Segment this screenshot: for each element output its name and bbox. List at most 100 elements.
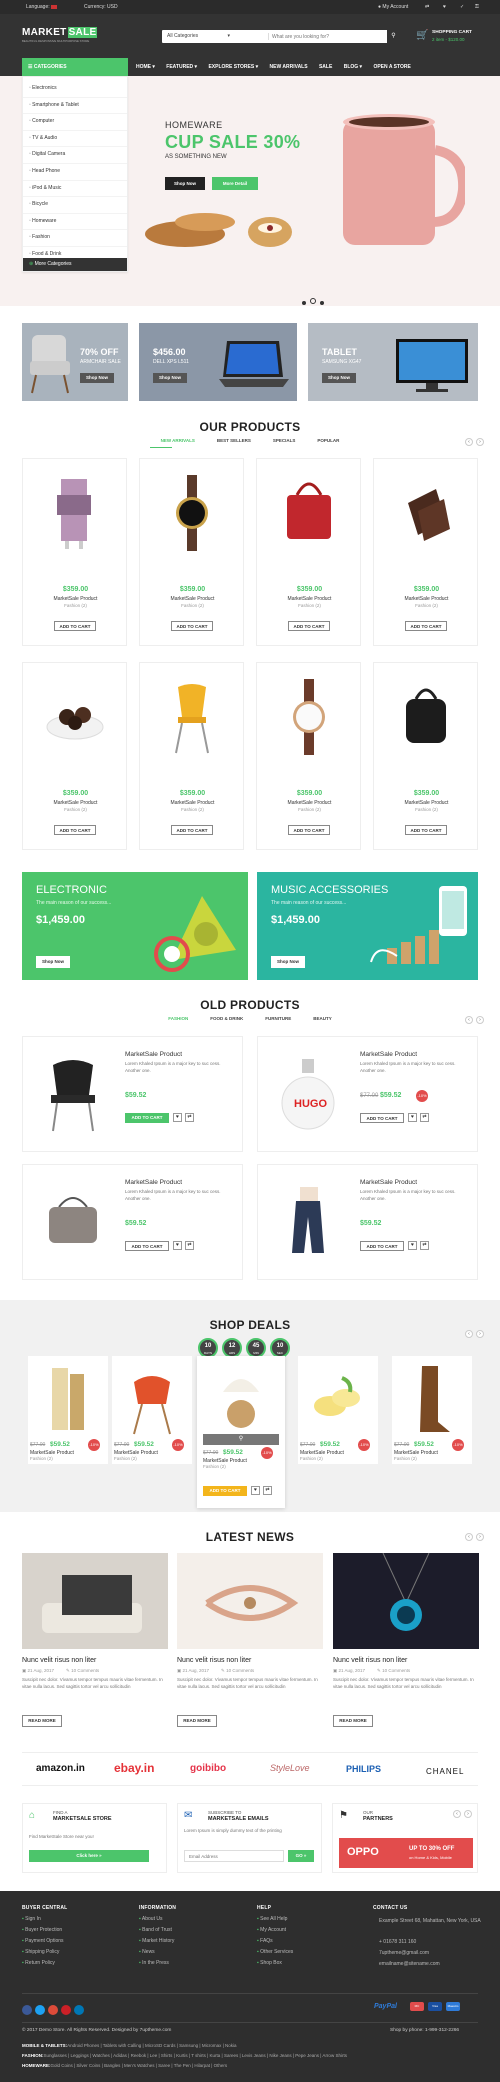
nav-item-open-store[interactable]: OPEN A STORE	[373, 64, 410, 70]
footer-link[interactable]: ▪ Return Policy	[22, 1958, 132, 1969]
product-image[interactable]	[306, 1362, 370, 1438]
deal-card[interactable]: $77.00 $59.52 -10% MarketSale Product Fashio…	[28, 1356, 108, 1464]
product-image[interactable]	[156, 677, 228, 757]
tab-new-arrivals[interactable]: NEW ARRIVALS	[161, 438, 195, 443]
product-name[interactable]: MarketSale Product	[125, 1051, 182, 1058]
more-categories-button[interactable]: ⊕ More Categories	[23, 258, 127, 271]
compare-icon[interactable]: ⇄	[425, 0, 429, 14]
product-image[interactable]	[272, 1183, 344, 1263]
product-image[interactable]	[209, 1362, 273, 1438]
wishlist-icon[interactable]: ♥	[408, 1113, 417, 1122]
hero-shop-button[interactable]: Shop Now	[165, 177, 205, 190]
promo-shop-button[interactable]: Shop Now	[80, 373, 114, 383]
product-list-item[interactable]: MarketSale Product Lorem Khaled Ipsum is …	[22, 1036, 243, 1152]
add-to-cart-button[interactable]: ADD TO CART	[360, 1113, 404, 1123]
product-image[interactable]	[37, 1055, 109, 1135]
product-name[interactable]: MarketSale Product	[257, 596, 362, 602]
twitter-icon[interactable]	[35, 2005, 45, 2015]
account-link[interactable]: ● My Account	[378, 0, 408, 14]
add-to-cart-button[interactable]: ADD TO CART	[360, 1241, 404, 1251]
product-name[interactable]: MarketSale Product	[374, 596, 479, 602]
product-card[interactable]: $359.00 MarketSale Product Fashion (2) ADD …	[139, 458, 244, 646]
add-to-cart-button[interactable]: ADD TO CART	[54, 621, 96, 631]
wishlist-icon[interactable]: ♥	[251, 1486, 260, 1495]
footer-email[interactable]: 7uptheme@gmail.com	[379, 1948, 483, 1959]
add-to-cart-button[interactable]: ADD TO CART	[171, 621, 213, 631]
footer-link-items[interactable]: Sunglasses | Leggings | Watches | Adidas…	[44, 2053, 347, 2058]
prev-arrow-icon[interactable]: ‹	[465, 438, 473, 446]
sidebar-item[interactable]: ▫ iPod & Music	[23, 181, 127, 198]
product-image[interactable]	[36, 1362, 100, 1438]
brand-logo[interactable]: ebay.in	[114, 1761, 154, 1775]
footer-link[interactable]: ▪ News	[139, 1947, 249, 1958]
add-to-cart-button[interactable]: ADD TO CART	[203, 1486, 247, 1496]
banner-shop-button[interactable]: Shop Now	[271, 956, 305, 968]
sidebar-item[interactable]: ▫ Bicycle	[23, 197, 127, 214]
read-more-button[interactable]: READ MORE	[333, 1715, 373, 1727]
product-image[interactable]	[37, 1183, 109, 1263]
footer-link[interactable]: ▪ Band of Trust	[139, 1925, 249, 1936]
tab-specials[interactable]: SPECIALS	[273, 438, 296, 443]
promo-shop-button[interactable]: Shop Now	[153, 373, 187, 383]
wishlist-icon[interactable]: ♥	[443, 0, 446, 14]
product-image[interactable]: HUGO	[272, 1055, 344, 1135]
deal-card[interactable]: $77.00 $59.52 -10% MarketSale Product Fashio…	[298, 1356, 378, 1464]
promo-banner[interactable]: $456.00 DELL XPS L511 Shop Now	[139, 323, 297, 401]
slider-dot-active[interactable]	[310, 297, 316, 304]
tab-popular[interactable]: POPULAR	[317, 438, 339, 443]
tab-food-drink[interactable]: FOOD & DRINK	[210, 1016, 243, 1021]
product-card[interactable]: $359.00 MarketSale Product Fashion (2) ADD …	[139, 662, 244, 850]
product-card[interactable]: $359.00 MarketSale Product Fashion (2) ADD …	[373, 662, 478, 850]
footer-link[interactable]: ▪ Sign In	[22, 1914, 132, 1925]
compare-icon[interactable]: ⇄	[420, 1113, 429, 1122]
sidebar-item[interactable]: ▫ Digital Camera	[23, 147, 127, 164]
search-button[interactable]: ⚲	[387, 30, 400, 43]
next-arrow-icon[interactable]: ›	[464, 1810, 472, 1818]
prev-arrow-icon[interactable]: ‹	[453, 1810, 461, 1818]
sidebar-item[interactable]: ▫ Smartphone & Tablet	[23, 98, 127, 115]
nav-item-home[interactable]: HOME	[136, 64, 151, 70]
currency-selector[interactable]: Currency: USD	[84, 0, 118, 14]
nav-item-featured[interactable]: FEATURED	[166, 64, 193, 70]
partner-banner[interactable]: OPPO UP TO 30% OFF on Home & Kids, Mobil…	[339, 1838, 473, 1868]
next-arrow-icon[interactable]: ›	[476, 1533, 484, 1541]
product-card[interactable]: $359.00 MarketSale Product Fashion (2) ADD …	[22, 458, 127, 646]
nav-item-blog[interactable]: BLOG	[344, 64, 358, 70]
deal-card[interactable]: $77.00 $59.52 -10% MarketSale Product Fashio…	[392, 1356, 472, 1464]
product-name[interactable]: MarketSale Product	[360, 1051, 417, 1058]
deal-card[interactable]: ⚲ $77.00 $59.52 -10% MarketSale Product Fashi…	[197, 1356, 285, 1508]
compare-icon[interactable]: ⇄	[263, 1486, 272, 1495]
sidebar-item[interactable]: ▫ Homeware	[23, 214, 127, 231]
footer-link[interactable]: ▪ Market History	[139, 1936, 249, 1947]
electronic-banner[interactable]: ELECTRONIC The main reason of our succes…	[22, 872, 248, 980]
footer-link[interactable]: ▪ About Us	[139, 1914, 249, 1925]
prev-arrow-icon[interactable]: ‹	[465, 1533, 473, 1541]
brand-logo[interactable]: amazon.in	[36, 1763, 85, 1774]
news-image[interactable]	[333, 1553, 479, 1649]
product-name[interactable]: MarketSale Product	[140, 800, 245, 806]
nav-item-explore[interactable]: EXPLORE STORES	[208, 64, 254, 70]
language-selector[interactable]: Language:	[26, 0, 58, 14]
add-to-cart-button[interactable]: ADD TO CART	[405, 825, 447, 835]
login-icon[interactable]: ⚿	[475, 0, 479, 14]
checkout-icon[interactable]: ✓	[460, 0, 464, 14]
sidebar-item[interactable]: ▫ Computer	[23, 114, 127, 131]
product-name[interactable]: MarketSale Product	[125, 1179, 182, 1186]
product-card[interactable]: $359.00 MarketSale Product Fashion (2) ADD …	[373, 458, 478, 646]
wishlist-icon[interactable]: ♥	[173, 1241, 182, 1250]
footer-link[interactable]: ▪ Shop Box	[257, 1958, 367, 1969]
product-image[interactable]	[273, 473, 345, 553]
tab-best-sellers[interactable]: BEST SELLERS	[217, 438, 251, 443]
product-name[interactable]: MarketSale Product	[23, 596, 128, 602]
product-image[interactable]	[390, 473, 462, 553]
tab-furniture[interactable]: FURNITURE	[265, 1016, 291, 1021]
quick-view-button[interactable]: ⚲	[203, 1434, 279, 1445]
linkedin-icon[interactable]	[74, 2005, 84, 2015]
promo-banner[interactable]: 70% OFF ARMCHAIR SALE Shop Now	[22, 323, 128, 401]
add-to-cart-button[interactable]: ADD TO CART	[288, 825, 330, 835]
footer-link[interactable]: ▪ Payment Options	[22, 1936, 132, 1947]
footer-link[interactable]: ▪ Shipping Policy	[22, 1947, 132, 1958]
categories-toggle[interactable]: ☰ CATEGORIES	[22, 58, 128, 76]
product-image[interactable]	[400, 1362, 464, 1438]
product-list-item[interactable]: MarketSale Product Lorem Khaled Ipsum is …	[22, 1164, 243, 1280]
